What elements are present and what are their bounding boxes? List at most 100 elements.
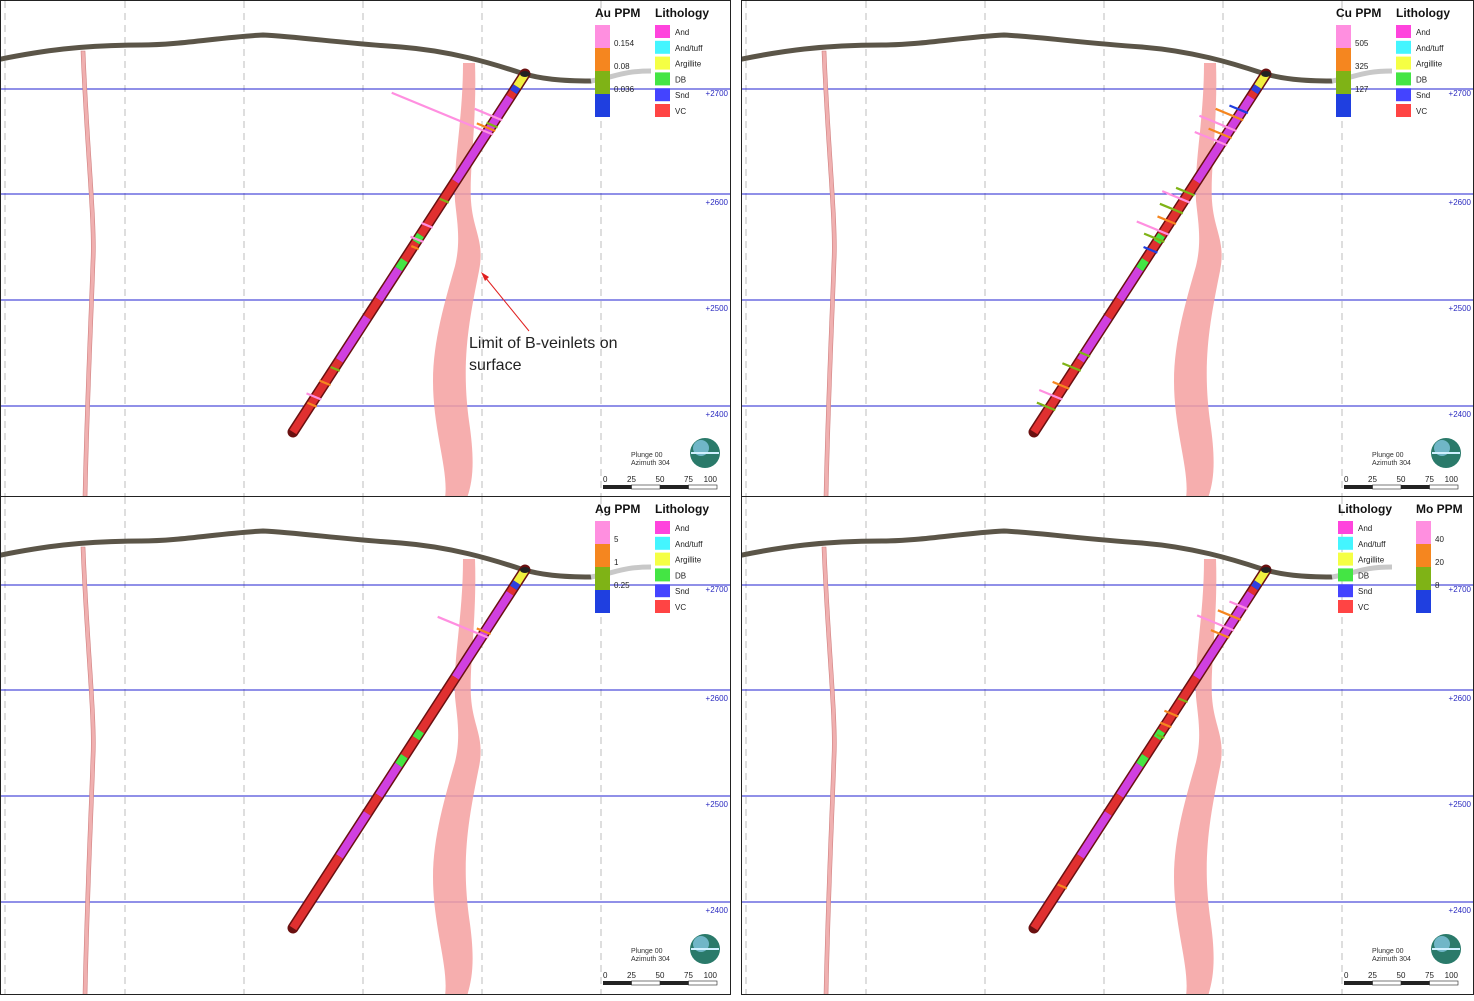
- lithology-swatch: [655, 40, 670, 54]
- drill-hole-interval: [375, 266, 402, 302]
- elevation-label: +2400: [706, 410, 729, 419]
- azimuth-label: Azimuth 304: [1372, 956, 1411, 963]
- grade-legend-title: Ag PPM: [595, 502, 640, 516]
- drill-hole-interval: [1104, 297, 1124, 320]
- lithology-label: DB: [675, 571, 686, 580]
- lithology-swatch: [655, 568, 670, 582]
- grade-bin-label: 325: [1355, 62, 1369, 71]
- grade-bin: [595, 71, 610, 94]
- drill-hole-interval: [375, 762, 402, 798]
- lithology-label: And: [675, 524, 689, 533]
- section-plot-au: +2700 +2600 +2500 +2400 Au PPM 0.154 0.08 0.036…: [1, 1, 730, 496]
- lithology-swatch: [1338, 536, 1353, 550]
- drill-hole-interval: [1142, 736, 1161, 759]
- scale-tick-label: 25: [627, 475, 636, 484]
- section-panel-cu: +2700 +2600 +2500 +2400 Cu PPM 505 325 127 Litho…: [741, 0, 1474, 497]
- lithology-label: Argillite: [675, 556, 702, 565]
- grade-bin-label: 8: [1435, 581, 1440, 590]
- lithology-swatch: [655, 104, 670, 117]
- lithology-label: And/tuff: [1358, 540, 1386, 549]
- topography-surface: [1, 32, 594, 84]
- scale-bar-segment: [1429, 484, 1459, 490]
- collar-marker: [520, 567, 530, 573]
- lithology-swatch: [655, 25, 670, 38]
- grade-legend-title: Mo PPM: [1416, 502, 1463, 516]
- lithology-swatch: [1396, 88, 1411, 102]
- scale-tick-label: 100: [1445, 971, 1459, 980]
- lithology-swatch: [1396, 56, 1411, 70]
- lithology-swatch: [1396, 40, 1411, 54]
- drill-hole-interval: [510, 580, 521, 591]
- drill-hole-interval: [417, 179, 459, 238]
- grade-bin: [1336, 94, 1351, 117]
- topography-surface: [742, 32, 1335, 84]
- drill-hole-interval: [1116, 762, 1143, 798]
- scale-tick-label: 100: [1445, 475, 1459, 484]
- grade-bin-label: 0.25: [614, 581, 630, 590]
- elevation-label: +2500: [1449, 304, 1472, 313]
- scale-tick-label: 50: [656, 971, 665, 980]
- scale-tick-label: 50: [1397, 971, 1406, 980]
- grade-bin: [1416, 521, 1431, 544]
- grade-bin-label: 0.036: [614, 85, 635, 94]
- topography-surface: [742, 528, 1335, 580]
- lithology-swatch: [655, 600, 670, 613]
- lithology-swatch: [1396, 25, 1411, 38]
- assay-bar: [391, 91, 494, 136]
- lithology-swatch: [1396, 104, 1411, 117]
- lithology-legend-title: Lithology: [1338, 502, 1392, 516]
- drill-hole-interval: [506, 585, 517, 596]
- azimuth-label: Azimuth 304: [631, 460, 670, 467]
- drill-hole-interval: [1251, 580, 1262, 591]
- drill-hole-interval: [1030, 854, 1084, 931]
- lithology-label: VC: [1358, 603, 1369, 612]
- annotation-arrow: [484, 276, 530, 332]
- elevation-label: +2400: [706, 906, 729, 915]
- drill-hole-interval: [363, 793, 383, 816]
- section-plot-mo: +2700 +2600 +2500 +2400 Mo PPM 40 20 8 Lithology…: [742, 497, 1473, 994]
- grade-bin: [595, 521, 610, 544]
- grade-bin-label: 5: [614, 535, 619, 544]
- scale-tick-label: 25: [1368, 971, 1377, 980]
- grade-bin: [1416, 590, 1431, 613]
- lithology-label: Snd: [1416, 91, 1430, 100]
- lithology-label: Snd: [675, 587, 689, 596]
- grade-bin-label: 0.154: [614, 39, 635, 48]
- scale-tick-label: 0: [1344, 971, 1349, 980]
- veinlet-limit-zone: [433, 63, 481, 496]
- scale-tick-label: 0: [1344, 475, 1349, 484]
- drill-hole-interval: [510, 84, 521, 95]
- scale-bar-segment: [1429, 980, 1459, 986]
- alteration-band: [80, 50, 96, 496]
- section-plot-cu: +2700 +2600 +2500 +2400 Cu PPM 505 325 127 Litho…: [742, 1, 1473, 496]
- elevation-label: +2700: [1449, 585, 1472, 594]
- grade-bin-label: 0.08: [614, 62, 630, 71]
- lithology-swatch: [655, 72, 670, 86]
- drill-hole-interval: [1104, 793, 1124, 816]
- plunge-label: Plunge 00: [1372, 452, 1404, 459]
- drill-hole-interval: [412, 728, 424, 741]
- grade-bin: [595, 544, 610, 567]
- plunge-label: Plunge 00: [631, 948, 663, 955]
- azimuth-label: Azimuth 304: [631, 956, 670, 963]
- veinlet-limit-zone: [1174, 559, 1222, 994]
- grade-bin-label: 40: [1435, 535, 1444, 544]
- elevation-label: +2400: [1449, 906, 1472, 915]
- scale-tick-label: 0: [603, 971, 608, 980]
- lithology-label: Snd: [675, 91, 689, 100]
- grade-bin: [595, 94, 610, 117]
- scale-tick-label: 75: [1425, 475, 1434, 484]
- scale-bar-segment: [631, 980, 661, 986]
- lithology-label: VC: [675, 603, 686, 612]
- elevation-label: +2600: [706, 694, 729, 703]
- lithology-label: DB: [675, 75, 686, 84]
- drill-hole-interval: [1247, 89, 1258, 100]
- drill-hole-interval: [1136, 257, 1149, 272]
- elevation-label: +2700: [706, 89, 729, 98]
- lithology-label: Argillite: [1416, 60, 1443, 69]
- lithology-swatch: [655, 88, 670, 102]
- section-panel-ag: +2700 +2600 +2500 +2400 Ag PPM 5 1 0.25 Litholog…: [0, 496, 731, 995]
- lithology-label: DB: [1416, 75, 1427, 84]
- lithology-swatch: [655, 56, 670, 70]
- drill-hole-interval: [506, 89, 517, 100]
